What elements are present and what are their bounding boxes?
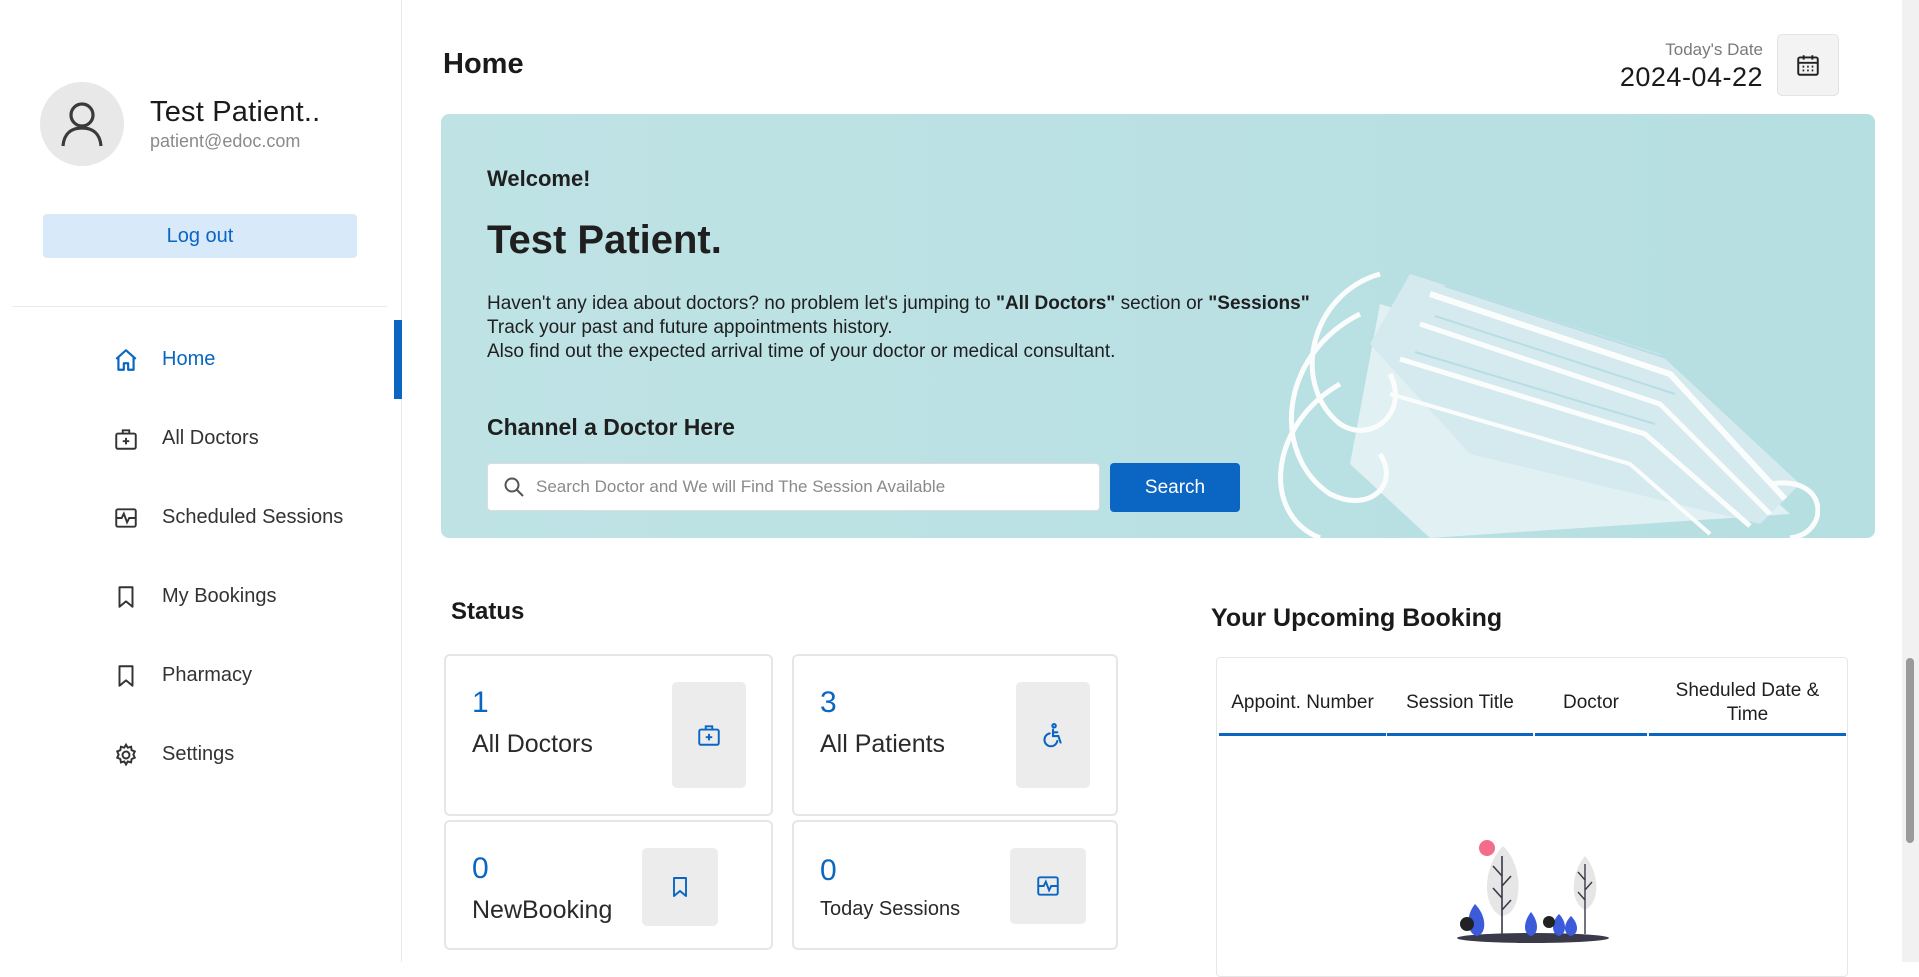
sidebar-item-all-doctors[interactable]: All Doctors — [0, 399, 402, 478]
home-icon — [110, 344, 142, 376]
status-value: 0 — [820, 854, 837, 887]
sidebar-item-label: Scheduled Sessions — [162, 506, 344, 528]
status-value: 1 — [472, 686, 489, 719]
column-header-doctor: Doctor — [1535, 672, 1647, 736]
logout-button[interactable]: Log out — [43, 214, 357, 258]
medical-bag-icon — [672, 682, 746, 788]
upcoming-booking-title: Your Upcoming Booking — [1211, 604, 1503, 632]
status-card-new-booking[interactable]: 0 NewBooking — [444, 820, 773, 950]
banner-text: section or — [1115, 293, 1209, 314]
column-header-scheduled-date-time: Sheduled Date & Time — [1649, 672, 1846, 736]
medical-bag-icon — [110, 423, 142, 455]
profile-email: patient@edoc.com — [150, 131, 301, 151]
gear-icon — [110, 739, 142, 771]
banner-text: Haven't any idea about doctors? no probl… — [487, 293, 996, 314]
sidebar-item-label: Settings — [162, 743, 235, 765]
sidebar-item-my-bookings[interactable]: My Bookings — [0, 557, 402, 636]
all-doctors-emphasis: "All Doctors" — [995, 293, 1116, 314]
scrollbar-thumb[interactable] — [1906, 658, 1914, 843]
pulse-icon — [1010, 848, 1086, 924]
welcome-text: Welcome! — [487, 166, 591, 191]
status-label: All Doctors — [472, 730, 593, 758]
sidebar-item-label: Home — [162, 348, 216, 370]
column-header-appoint-number: Appoint. Number — [1219, 672, 1386, 736]
bookmark-icon — [642, 848, 718, 926]
bookmark-icon — [110, 581, 142, 613]
banner-description: Haven't any idea about doctors? no probl… — [487, 292, 1310, 364]
todays-date: Today's Date 2024-04-22 — [1620, 40, 1763, 93]
profile: Test Patient.. patient@edoc.com — [40, 82, 320, 166]
sidebar: Test Patient.. patient@edoc.com Log out … — [0, 0, 402, 962]
sidebar-item-scheduled-sessions[interactable]: Scheduled Sessions — [0, 478, 402, 557]
upcoming-booking-table: Appoint. Number Session Title Doctor She… — [1216, 657, 1848, 977]
sidebar-item-label: Pharmacy — [162, 664, 253, 686]
avatar — [40, 82, 124, 166]
sidebar-divider — [12, 306, 387, 307]
face-masks-image — [1278, 271, 1820, 538]
search-button[interactable]: Search — [1110, 463, 1240, 512]
status-label: NewBooking — [472, 896, 613, 924]
banner-line-1: Haven't any idea about doctors? no probl… — [487, 292, 1310, 316]
calendar-icon — [1797, 55, 1819, 76]
status-card-all-doctors[interactable]: 1 All Doctors — [444, 654, 773, 816]
sidebar-item-settings[interactable]: Settings — [0, 715, 402, 794]
channel-doctor-title: Channel a Doctor Here — [487, 414, 735, 440]
doctor-search-field[interactable] — [487, 463, 1100, 511]
sessions-emphasis: "Sessions" — [1208, 293, 1310, 314]
profile-text: Test Patient.. patient@edoc.com — [150, 96, 320, 152]
column-header-session-title: Session Title — [1387, 672, 1533, 736]
sidebar-nav: Home All Doctors Scheduled Sessions My B… — [0, 320, 402, 794]
status-value: 0 — [472, 852, 489, 885]
bookmark-icon — [110, 660, 142, 692]
banner-patient-name: Test Patient. — [487, 218, 722, 262]
status-label: All Patients — [820, 730, 946, 758]
sidebar-item-pharmacy[interactable]: Pharmacy — [0, 636, 402, 715]
search-input[interactable] — [536, 477, 1076, 497]
banner-line-3: Also find out the expected arrival time … — [487, 341, 1116, 362]
welcome-banner: Welcome! Test Patient. Haven't any idea … — [441, 114, 1875, 538]
status-value: 3 — [820, 686, 837, 719]
sidebar-item-home[interactable]: Home — [0, 320, 402, 399]
user-icon — [61, 102, 103, 147]
status-title: Status — [451, 598, 525, 625]
sidebar-item-label: All Doctors — [162, 427, 259, 449]
search-icon — [502, 475, 526, 499]
page-scrollbar[interactable] — [1902, 0, 1919, 962]
sidebar-item-label: My Bookings — [162, 585, 277, 607]
empty-state-illustration — [1457, 840, 1609, 943]
wheelchair-icon — [1016, 682, 1090, 788]
date-label: Today's Date — [1665, 40, 1763, 59]
status-card-all-patients[interactable]: 3 All Patients — [792, 654, 1118, 816]
date-value: 2024-04-22 — [1619, 62, 1763, 92]
page-title: Home — [443, 48, 524, 80]
status-label: Today Sessions — [820, 898, 961, 920]
pulse-icon — [110, 502, 142, 534]
status-card-today-sessions[interactable]: 0 Today Sessions — [792, 820, 1118, 950]
profile-name: Test Patient.. — [150, 96, 321, 128]
calendar-button[interactable] — [1777, 34, 1839, 96]
banner-line-2: Track your past and future appointments … — [487, 317, 893, 338]
